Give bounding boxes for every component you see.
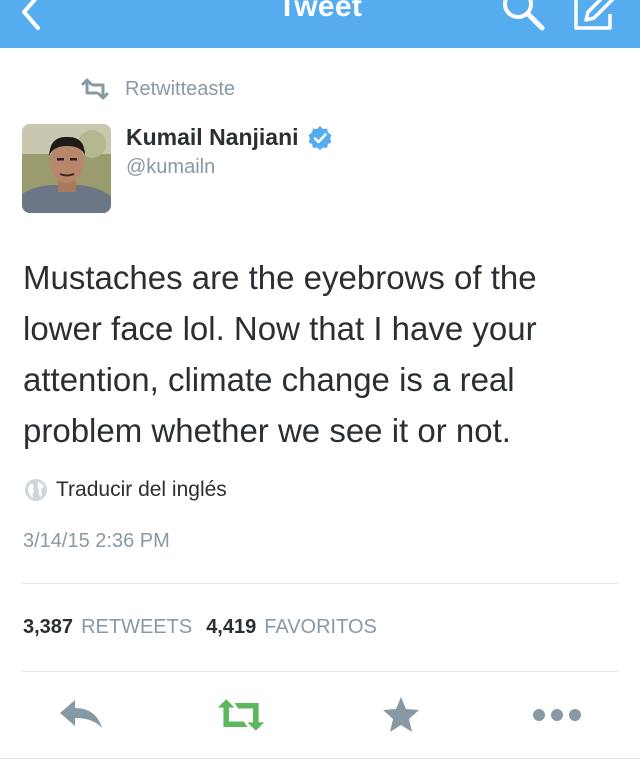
globe-icon [25,479,47,501]
compose-icon [574,0,615,30]
more-icon [533,709,581,721]
retweet-icon [217,699,265,731]
nav-bar: Tweet [0,0,640,48]
reply-icon [60,700,102,728]
favorite-button[interactable] [376,690,426,740]
more-button[interactable] [532,690,582,740]
tweet-stats: 3,387 RETWEETS 4,419 FAVORITOS [23,616,391,639]
translate-label: Traducir del inglés [56,478,227,501]
author-name-text: Kumail Nanjiani [126,124,299,150]
reply-button[interactable] [56,690,106,740]
favorites-stat[interactable]: 4,419 FAVORITOS [206,616,391,639]
divider [22,583,618,584]
divider [0,758,640,759]
author-name[interactable]: Kumail Nanjiani [126,124,333,151]
favorites-count: 4,419 [206,616,257,638]
retweets-stat[interactable]: 3,387 RETWEETS [23,616,206,639]
favorites-label: FAVORITOS [264,616,377,638]
retweet-icon [81,78,109,100]
avatar[interactable] [22,124,111,213]
star-icon [383,697,419,732]
tweet-timestamp: 3/14/15 2:36 PM [23,530,170,552]
author-handle[interactable]: @kumailn [126,156,215,179]
retweeted-label: Retwitteaste [125,77,236,100]
compose-button[interactable] [570,0,620,34]
translate-link[interactable]: Traducir del inglés [24,478,227,502]
verified-badge-icon [308,125,332,150]
action-bar [0,690,640,740]
retweets-label: RETWEETS [81,616,193,638]
divider [22,671,618,672]
retweeted-by-row: Retwitteaste [80,76,235,102]
tweet-text: Mustaches are the eyebrows of the lower … [23,259,537,449]
retweet-button[interactable] [216,690,266,740]
retweets-count: 3,387 [23,616,74,638]
search-button[interactable] [498,0,548,34]
search-icon [503,0,545,31]
